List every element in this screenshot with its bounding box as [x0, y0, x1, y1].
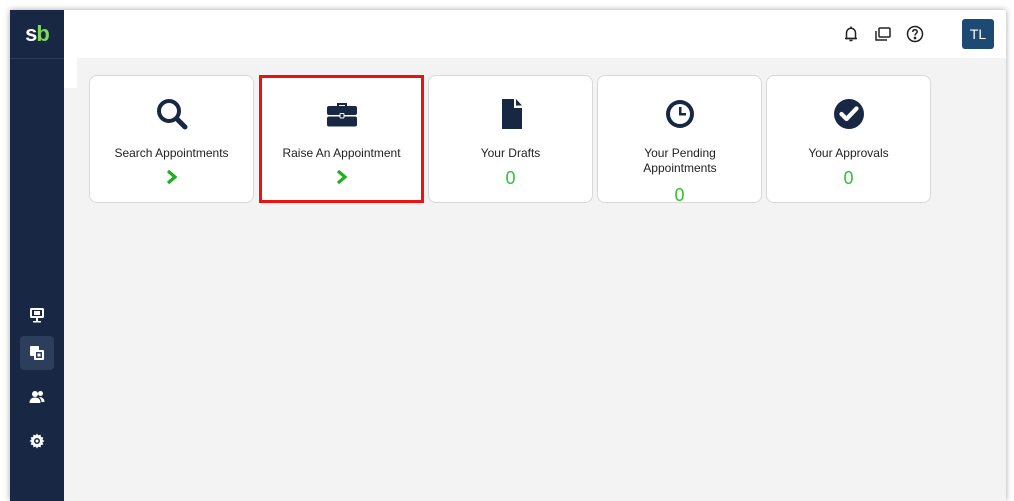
card-label: Your Drafts — [480, 146, 541, 160]
chevron-right-icon — [166, 169, 177, 185]
help-icon — [906, 25, 924, 43]
search-icon — [156, 99, 187, 130]
briefcase-icon — [326, 103, 357, 127]
settings-icon — [29, 433, 45, 449]
card-arrow — [90, 169, 253, 185]
check-circle-icon — [833, 99, 864, 129]
bell-icon — [845, 26, 857, 42]
sidebar-item-appointments[interactable] — [20, 336, 54, 370]
card-search-appointments[interactable]: Search Appointments — [89, 75, 254, 203]
card-arrow — [260, 169, 423, 185]
content-corner — [64, 58, 77, 88]
window-icon — [875, 27, 891, 41]
card-label: Your Approvals — [808, 146, 889, 160]
appointments-icon — [30, 346, 44, 360]
sidebar: sb — [10, 10, 64, 501]
sidebar-item-monitor[interactable] — [20, 298, 54, 332]
sidebar-item-settings[interactable] — [20, 424, 54, 458]
card-label: Your Pending Appointments — [643, 146, 717, 175]
users-icon — [29, 391, 45, 403]
monitor-icon — [30, 308, 44, 323]
windows-button[interactable] — [873, 24, 893, 44]
drafts-count: 0 — [505, 168, 516, 188]
sidebar-item-users[interactable] — [20, 380, 54, 414]
card-label: Search Appointments — [114, 146, 229, 160]
card-icon-wrap — [598, 96, 761, 132]
card-icon-wrap — [260, 96, 423, 132]
card-your-approvals[interactable]: Your Approvals 0 — [766, 75, 931, 203]
card-raise-appointment[interactable]: Raise An Appointment — [259, 75, 424, 203]
card-icon-wrap — [429, 96, 592, 132]
notifications-button[interactable] — [841, 24, 861, 44]
approvals-count: 0 — [843, 168, 854, 188]
card-label: Raise An Appointment — [282, 146, 401, 160]
document-icon — [501, 99, 522, 129]
card-icon-wrap — [90, 96, 253, 132]
avatar[interactable]: TL — [962, 19, 994, 49]
pending-count: 0 — [674, 185, 685, 205]
logo-b: b — [36, 21, 49, 46]
card-pending-appointments[interactable]: Your Pending Appointments 0 — [597, 75, 762, 205]
card-your-drafts[interactable]: Your Drafts 0 — [428, 75, 593, 203]
logo-divider — [10, 58, 64, 59]
card-icon-wrap — [767, 96, 930, 132]
clock-icon — [665, 100, 694, 128]
top-bar: TL — [64, 10, 1006, 58]
logo-s: s — [25, 21, 37, 46]
app-window: sb TL Search Appointments Raise An Appoi… — [10, 10, 1006, 501]
logo[interactable]: sb — [10, 10, 64, 58]
chevron-right-icon — [336, 169, 347, 185]
help-button[interactable] — [905, 24, 925, 44]
